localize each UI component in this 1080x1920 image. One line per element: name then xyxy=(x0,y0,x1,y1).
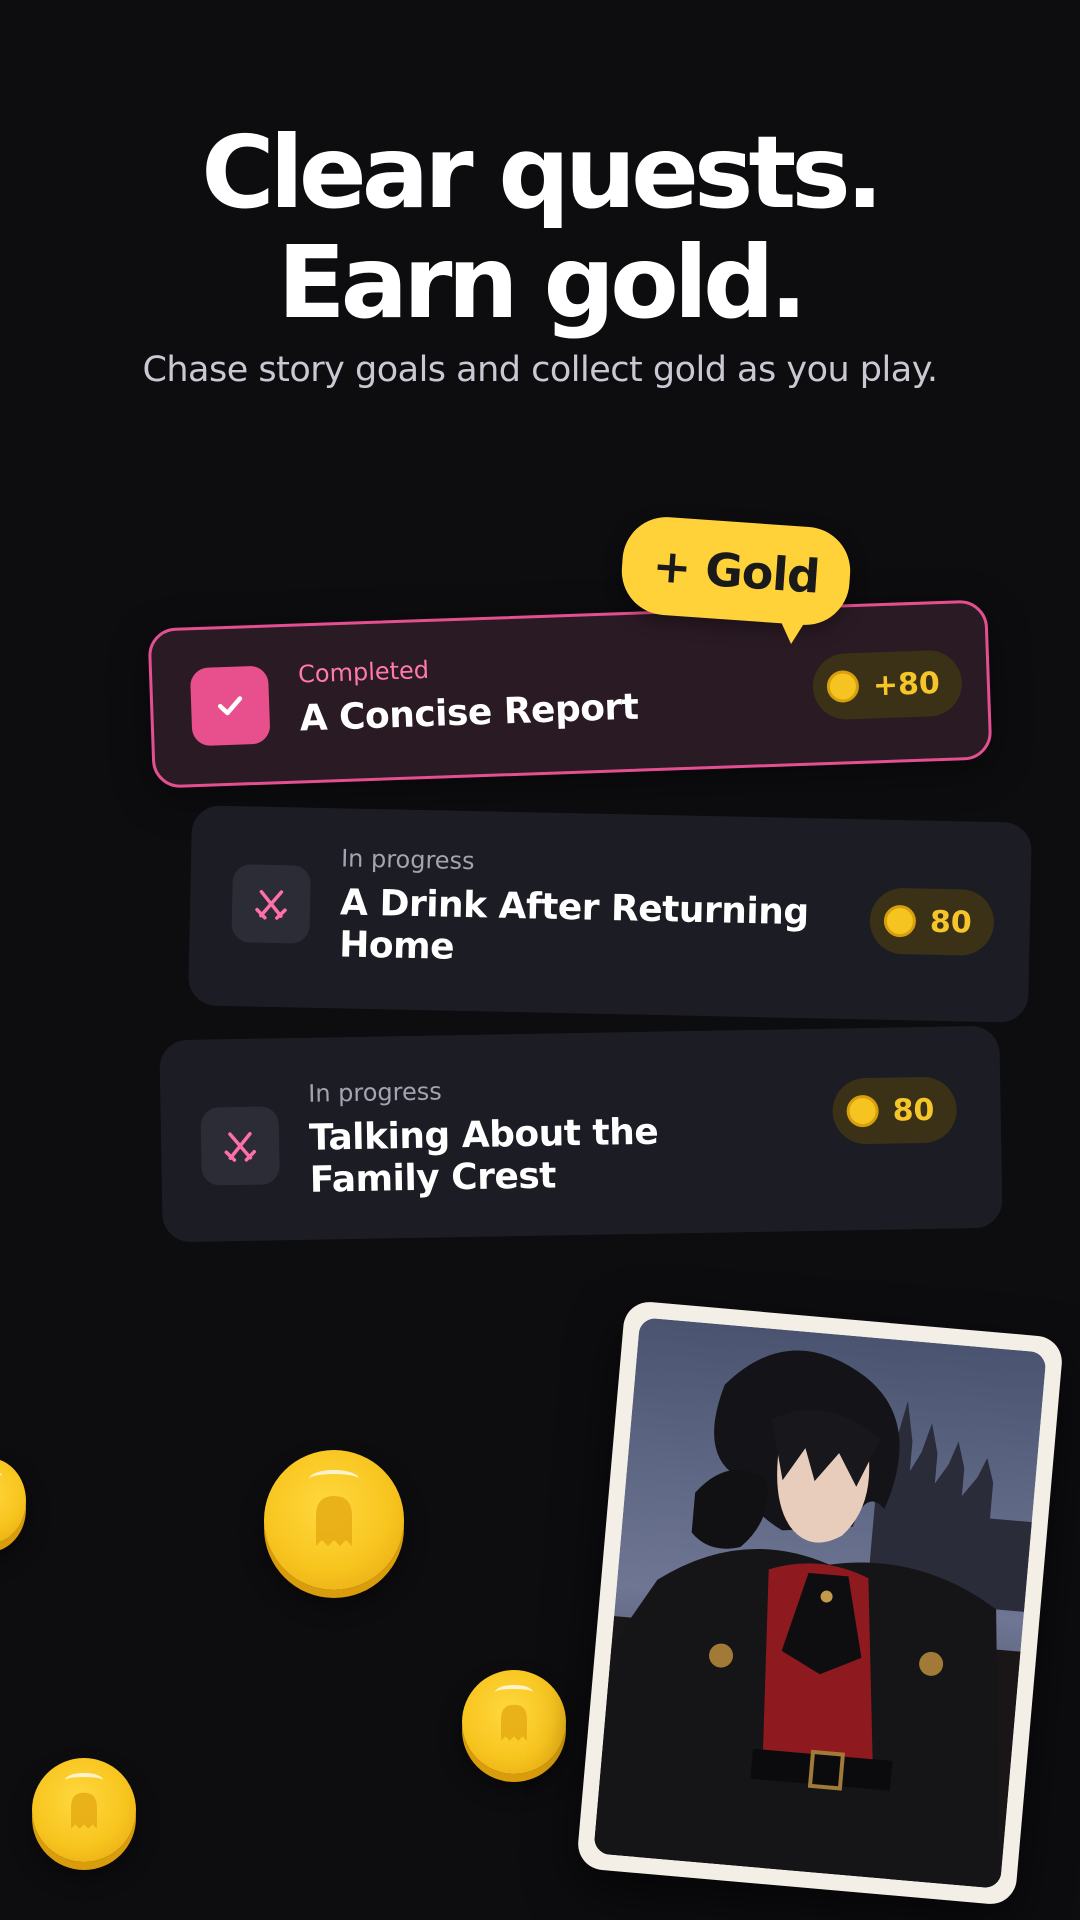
character-portrait-card[interactable] xyxy=(575,1299,1065,1907)
ghost-emblem-icon xyxy=(501,1704,527,1741)
gold-bubble-label: + Gold xyxy=(651,538,821,604)
gold-coin-icon xyxy=(462,1670,566,1774)
quest-reward-badge: +80 xyxy=(811,649,963,721)
quest-reward-badge: 80 xyxy=(832,1076,957,1145)
hero-headline: Clear quests. Earn gold. xyxy=(0,118,1080,338)
coin-icon xyxy=(883,904,917,938)
quest-title: A Concise Report xyxy=(298,686,640,740)
quest-status: In progress xyxy=(340,844,475,876)
ghost-emblem-icon xyxy=(316,1496,352,1546)
gold-coin-icon xyxy=(264,1450,404,1590)
check-icon xyxy=(189,665,271,747)
character-portrait-image xyxy=(593,1317,1047,1889)
hero-title-line-1: Clear quests. xyxy=(201,114,884,231)
quest-card-in-progress[interactable]: In progress A Drink After Returning Home… xyxy=(187,805,1033,1023)
speech-bubble-tail xyxy=(777,617,807,645)
crossed-swords-icon xyxy=(231,864,311,944)
quest-reward-amount: +80 xyxy=(872,665,941,703)
quest-reward-badge: 80 xyxy=(869,887,995,957)
quest-title: Talking About the Family Crest xyxy=(308,1111,659,1201)
crossed-swords-icon xyxy=(200,1106,280,1186)
gold-coin-icon xyxy=(0,1458,26,1544)
quest-status: Completed xyxy=(297,655,430,689)
hero-subtitle: Chase story goals and collect gold as yo… xyxy=(142,350,938,390)
gold-coin-icon xyxy=(32,1758,136,1862)
ghost-emblem-icon xyxy=(71,1792,97,1829)
quest-title: A Drink After Returning Home xyxy=(338,882,810,968)
quest-status: In progress xyxy=(308,1077,443,1108)
coin-icon xyxy=(826,669,860,704)
gold-speech-bubble: + Gold xyxy=(618,514,854,645)
coin-icon xyxy=(846,1094,879,1128)
quest-reward-amount: 80 xyxy=(892,1092,935,1129)
quest-card-completed[interactable]: Completed A Concise Report +80 xyxy=(147,599,993,789)
quest-card-in-progress[interactable]: In progress Talking About the Family Cre… xyxy=(159,1025,1003,1243)
quest-reward-amount: 80 xyxy=(929,904,973,941)
hero-title-line-2: Earn gold. xyxy=(277,224,807,341)
